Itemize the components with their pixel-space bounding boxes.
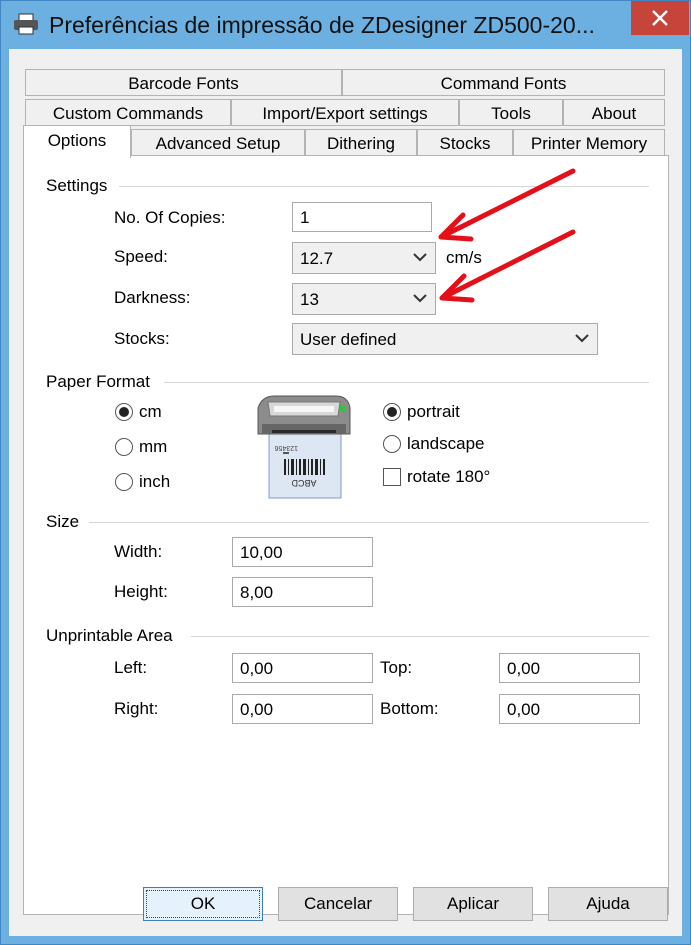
bottom-margin-input[interactable]: 0,00	[499, 694, 640, 724]
darkness-label: Darkness:	[114, 288, 191, 307]
left-margin-label: Left:	[114, 658, 148, 677]
landscape-radio[interactable]	[383, 435, 401, 453]
chevron-down-icon	[413, 294, 427, 303]
tab-stocks[interactable]: Stocks	[417, 129, 513, 156]
cancel-button[interactable]: Cancelar	[278, 887, 398, 921]
tab-custom-commands[interactable]: Custom Commands	[25, 99, 231, 126]
top-margin-label: Top:	[380, 658, 413, 677]
speed-label: Speed:	[114, 247, 168, 266]
stocks-label: Stocks:	[114, 329, 170, 348]
unit-cm-label[interactable]: cm	[139, 402, 162, 422]
preview-number-text: 123456	[275, 444, 298, 451]
rotate-label[interactable]: rotate 180°	[407, 467, 490, 487]
stocks-value: User defined	[300, 330, 397, 349]
paper-format-group-divider	[164, 382, 649, 383]
chevron-down-icon	[413, 253, 427, 262]
copies-label: No. Of Copies:	[114, 208, 226, 227]
apply-button[interactable]: Aplicar	[413, 887, 533, 921]
settings-group-label: Settings	[46, 176, 108, 195]
tab-command-fonts[interactable]: Command Fonts	[342, 69, 665, 96]
help-button[interactable]: Ajuda	[548, 887, 668, 921]
unit-inch-label[interactable]: inch	[139, 472, 170, 492]
right-margin-input[interactable]: 0,00	[232, 694, 373, 724]
width-input[interactable]: 10,00	[232, 537, 373, 567]
settings-group-divider	[119, 186, 649, 187]
dialog-client-area: Barcode Fonts Command Fonts Custom Comma…	[9, 49, 682, 936]
top-margin-input[interactable]: 0,00	[499, 653, 640, 683]
ok-button[interactable]: OK	[143, 887, 263, 921]
unit-mm-radio[interactable]	[115, 438, 133, 456]
bottom-margin-label: Bottom:	[380, 699, 439, 718]
copies-input[interactable]: 1	[292, 202, 432, 232]
rotate-checkbox[interactable]	[383, 468, 401, 486]
tab-tools[interactable]: Tools	[459, 99, 563, 126]
landscape-label[interactable]: landscape	[407, 434, 485, 454]
printer-icon	[14, 13, 38, 35]
size-group-divider	[89, 522, 649, 523]
size-group-label: Size	[46, 512, 80, 531]
height-input[interactable]: 8,00	[232, 577, 373, 607]
unit-inch-radio[interactable]	[115, 473, 133, 491]
title-bar[interactable]: Preferências de impressão de ZDesigner Z…	[1, 1, 690, 49]
height-label: Height:	[114, 582, 168, 601]
tab-advanced-setup[interactable]: Advanced Setup	[131, 129, 305, 156]
speed-unit: cm/s	[446, 248, 482, 267]
left-margin-input[interactable]: 0,00	[232, 653, 373, 683]
right-margin-label: Right:	[114, 699, 159, 718]
tab-about[interactable]: About	[563, 99, 665, 126]
options-panel: Settings No. Of Copies: 1 Speed: 12.7 cm…	[23, 155, 669, 915]
tab-options[interactable]: Options	[23, 125, 131, 158]
close-icon	[652, 10, 668, 26]
tab-barcode-fonts[interactable]: Barcode Fonts	[25, 69, 342, 96]
portrait-label[interactable]: portrait	[407, 402, 460, 422]
close-button[interactable]	[631, 1, 689, 35]
tab-dithering[interactable]: Dithering	[305, 129, 417, 156]
darkness-value: 13	[300, 290, 319, 309]
unprintable-area-group-label: Unprintable Area	[46, 626, 173, 645]
unit-cm-radio[interactable]	[115, 403, 133, 421]
darkness-select[interactable]: 13	[292, 283, 436, 315]
unprintable-area-group-divider	[191, 636, 649, 637]
window-title: Preferências de impressão de ZDesigner Z…	[49, 12, 595, 38]
speed-value: 12.7	[300, 249, 334, 268]
stocks-select[interactable]: User defined	[292, 323, 598, 355]
tab-printer-memory[interactable]: Printer Memory	[513, 129, 665, 156]
preview-label-text: ABCD	[291, 478, 317, 488]
speed-select[interactable]: 12.7	[292, 242, 436, 274]
printer-preview-image: 123456 ABCD	[257, 395, 351, 499]
paper-format-group-label: Paper Format	[46, 372, 150, 391]
dialog-window: Preferências de impressão de ZDesigner Z…	[0, 0, 691, 945]
chevron-down-icon	[575, 334, 589, 343]
width-label: Width:	[114, 542, 163, 561]
portrait-radio[interactable]	[383, 403, 401, 421]
tab-import-export-settings[interactable]: Import/Export settings	[231, 99, 459, 126]
unit-mm-label[interactable]: mm	[139, 437, 167, 457]
